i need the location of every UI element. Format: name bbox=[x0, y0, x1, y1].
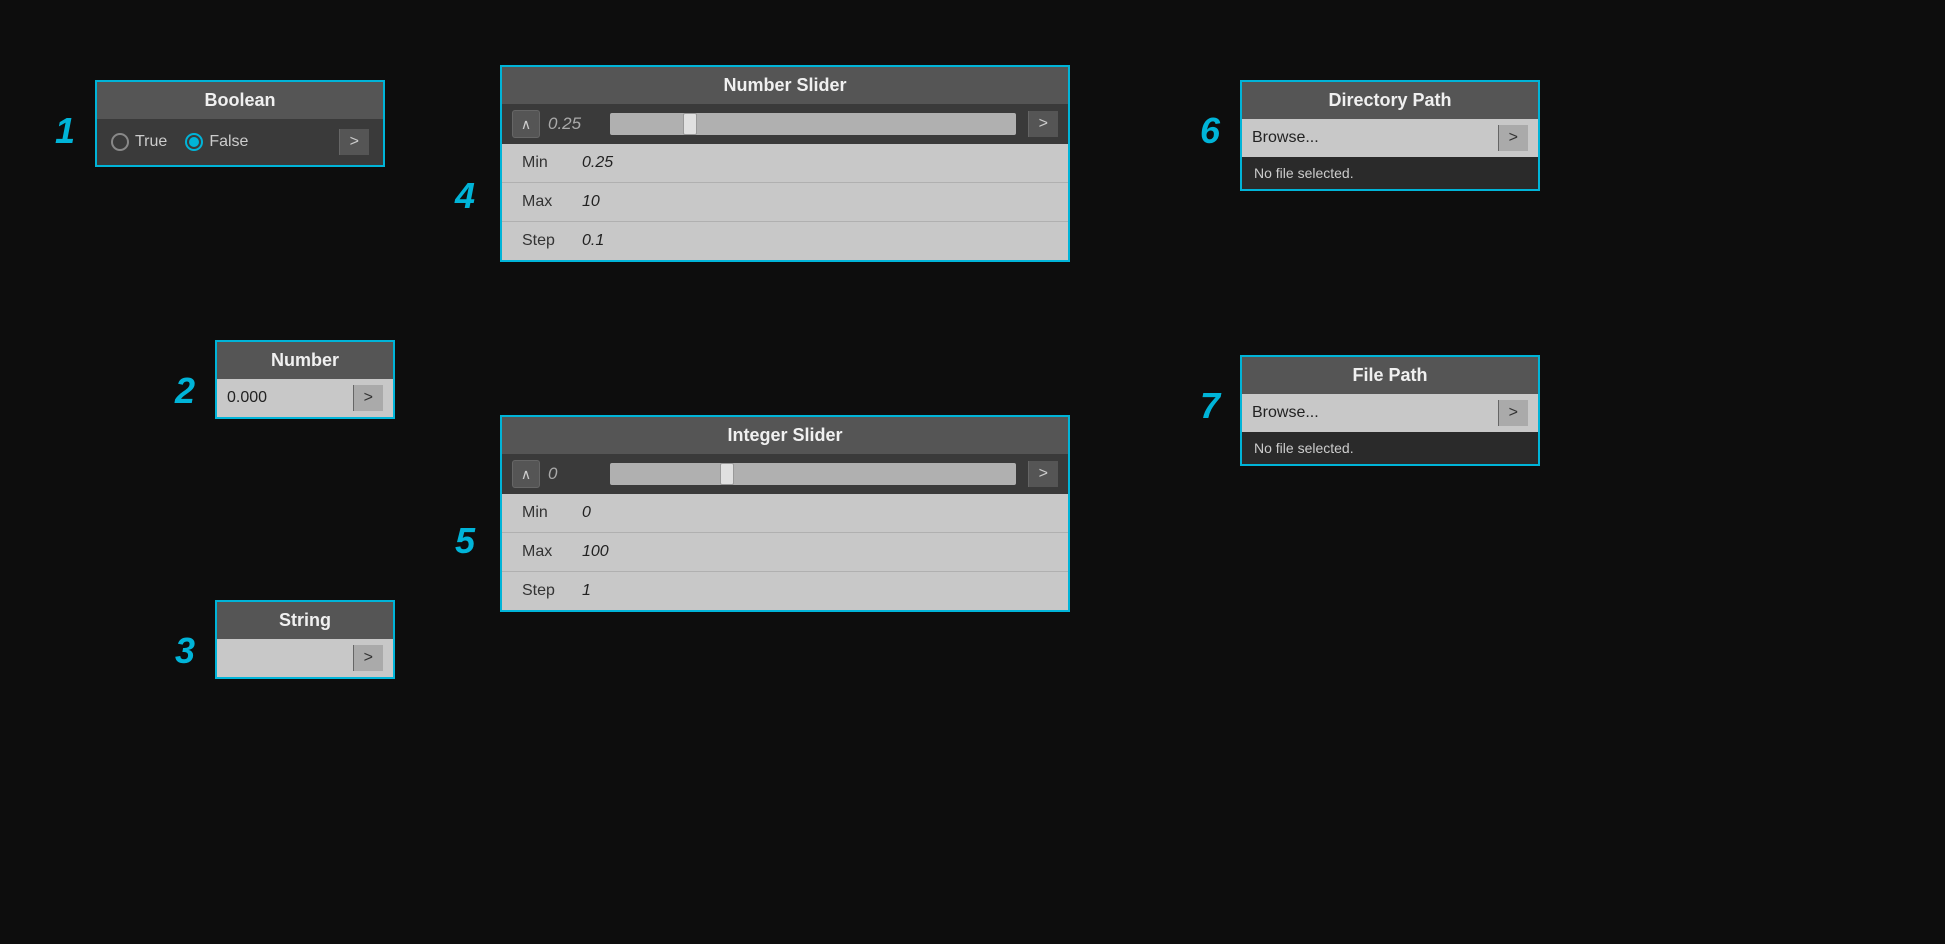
index-7: 7 bbox=[1200, 385, 1220, 427]
integer-slider-arrow-button[interactable]: > bbox=[1028, 461, 1058, 487]
integer-slider-min-value: 0 bbox=[582, 504, 591, 522]
number-value: 0.000 bbox=[227, 389, 353, 407]
directory-browse-label: Browse... bbox=[1252, 129, 1498, 147]
file-path-title: File Path bbox=[1242, 357, 1538, 394]
integer-slider-min-label: Min bbox=[522, 504, 582, 522]
file-browse-row: Browse... > bbox=[1242, 394, 1538, 432]
number-slider-step-label: Step bbox=[522, 232, 582, 250]
integer-slider-widget: Integer Slider ∧ 0 > Min 0 Max 100 Step … bbox=[500, 415, 1070, 612]
index-5: 5 bbox=[455, 520, 475, 562]
index-6: 6 bbox=[1200, 110, 1220, 152]
false-label: False bbox=[209, 133, 248, 151]
integer-slider-fields: Min 0 Max 100 Step 1 bbox=[502, 494, 1068, 610]
number-slider-max-row: Max 10 bbox=[502, 183, 1068, 222]
number-slider-arrow-button[interactable]: > bbox=[1028, 111, 1058, 137]
number-arrow-button[interactable]: > bbox=[353, 385, 383, 411]
number-slider-title: Number Slider bbox=[502, 67, 1068, 104]
number-value-row: 0.000 > bbox=[217, 379, 393, 417]
directory-arrow-button[interactable]: > bbox=[1498, 125, 1528, 151]
integer-slider-min-row: Min 0 bbox=[502, 494, 1068, 533]
number-slider-top-row: ∧ 0.25 > bbox=[502, 104, 1068, 144]
file-arrow-button[interactable]: > bbox=[1498, 400, 1528, 426]
integer-slider-title: Integer Slider bbox=[502, 417, 1068, 454]
directory-path-title: Directory Path bbox=[1242, 82, 1538, 119]
number-slider-expand-button[interactable]: ∧ bbox=[512, 110, 540, 138]
integer-slider-step-value: 1 bbox=[582, 582, 591, 600]
index-3: 3 bbox=[175, 630, 195, 672]
boolean-widget: Boolean True False > bbox=[95, 80, 385, 167]
number-widget: Number 0.000 > bbox=[215, 340, 395, 419]
string-value-row: > bbox=[217, 639, 393, 677]
number-slider-fields: Min 0.25 Max 10 Step 0.1 bbox=[502, 144, 1068, 260]
boolean-widget-title: Boolean bbox=[97, 82, 383, 119]
number-widget-title: Number bbox=[217, 342, 393, 379]
integer-slider-value: 0 bbox=[548, 464, 598, 484]
file-status: No file selected. bbox=[1242, 432, 1538, 464]
integer-slider-max-label: Max bbox=[522, 543, 582, 561]
boolean-options-row: True False > bbox=[97, 119, 383, 165]
index-1: 1 bbox=[55, 110, 75, 152]
directory-browse-row: Browse... > bbox=[1242, 119, 1538, 157]
boolean-arrow-button[interactable]: > bbox=[339, 129, 369, 155]
index-2: 2 bbox=[175, 370, 195, 412]
index-4: 4 bbox=[455, 175, 475, 217]
integer-slider-step-row: Step 1 bbox=[502, 572, 1068, 610]
string-arrow-button[interactable]: > bbox=[353, 645, 383, 671]
number-slider-min-row: Min 0.25 bbox=[502, 144, 1068, 183]
number-slider-max-value: 10 bbox=[582, 193, 600, 211]
integer-slider-thumb[interactable] bbox=[720, 463, 734, 485]
false-radio[interactable] bbox=[185, 133, 203, 151]
false-option[interactable]: False bbox=[185, 133, 248, 151]
number-slider-max-label: Max bbox=[522, 193, 582, 211]
directory-path-widget: Directory Path Browse... > No file selec… bbox=[1240, 80, 1540, 191]
number-slider-value: 0.25 bbox=[548, 114, 598, 134]
integer-slider-step-label: Step bbox=[522, 582, 582, 600]
file-path-widget: File Path Browse... > No file selected. bbox=[1240, 355, 1540, 466]
number-slider-thumb[interactable] bbox=[683, 113, 697, 135]
string-widget-title: String bbox=[217, 602, 393, 639]
integer-slider-max-value: 100 bbox=[582, 543, 609, 561]
number-slider-step-value: 0.1 bbox=[582, 232, 604, 250]
integer-slider-expand-button[interactable]: ∧ bbox=[512, 460, 540, 488]
string-widget: String > bbox=[215, 600, 395, 679]
number-slider-min-value: 0.25 bbox=[582, 154, 613, 172]
number-slider-track[interactable] bbox=[610, 113, 1016, 135]
file-browse-label: Browse... bbox=[1252, 404, 1498, 422]
true-option[interactable]: True bbox=[111, 133, 167, 151]
true-radio[interactable] bbox=[111, 133, 129, 151]
integer-slider-max-row: Max 100 bbox=[502, 533, 1068, 572]
number-slider-step-row: Step 0.1 bbox=[502, 222, 1068, 260]
integer-slider-track[interactable] bbox=[610, 463, 1016, 485]
true-label: True bbox=[135, 133, 167, 151]
number-slider-min-label: Min bbox=[522, 154, 582, 172]
integer-slider-top-row: ∧ 0 > bbox=[502, 454, 1068, 494]
directory-status: No file selected. bbox=[1242, 157, 1538, 189]
number-slider-widget: Number Slider ∧ 0.25 > Min 0.25 Max 10 S… bbox=[500, 65, 1070, 262]
